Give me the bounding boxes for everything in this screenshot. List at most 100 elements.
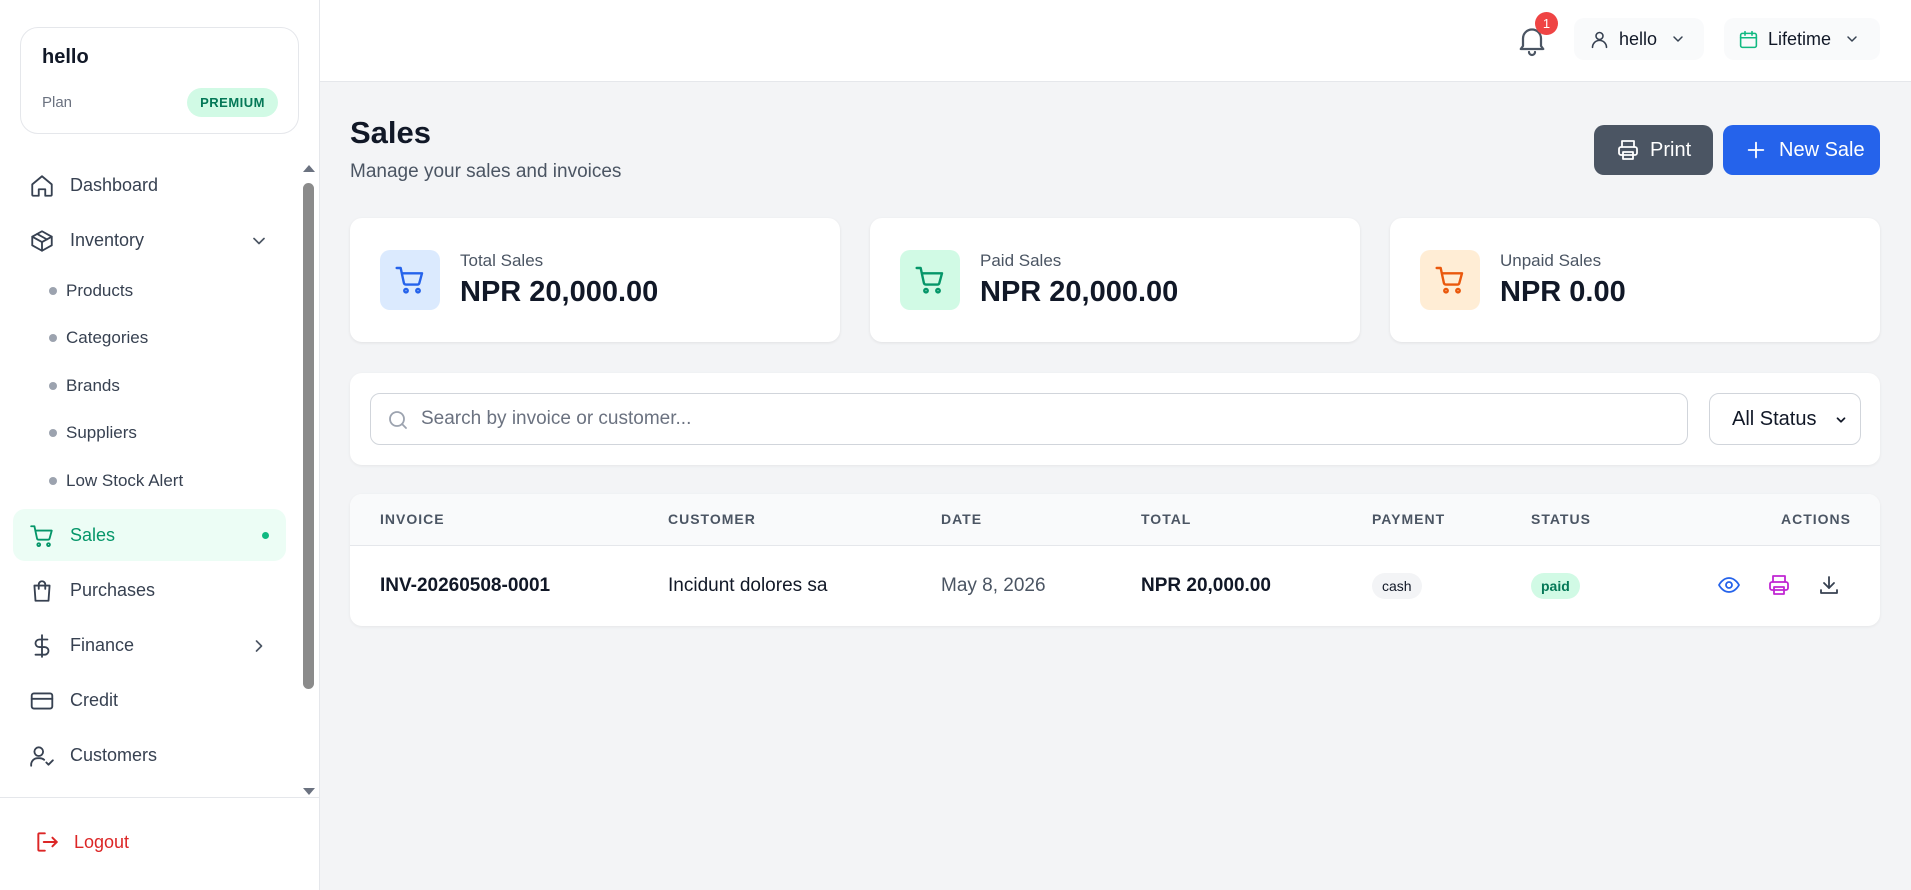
sidebar-subitem-label: Products [66, 281, 134, 300]
bullet-dot [49, 477, 57, 485]
account-name: hello [42, 46, 89, 68]
cell-date: May 8, 2026 [941, 575, 1046, 596]
sidebar-item-label: Credit [70, 689, 119, 710]
plan-badge: PREMIUM [187, 88, 278, 117]
sidebar-subitem-brands[interactable]: Brands [49, 371, 120, 401]
sidebar-item-label: Dashboard [70, 174, 159, 195]
credit-card-icon [29, 688, 55, 714]
column-header-customer: CUSTOMER [668, 511, 756, 527]
table-row: INV-20260508-0001 Incidunt dolores sa Ma… [350, 546, 1880, 626]
sidebar-scrollbar[interactable] [302, 165, 316, 795]
printer-icon[interactable] [1767, 573, 1791, 597]
sidebar-subitem-low-stock[interactable]: Low Stock Alert [49, 466, 183, 496]
plan-label: Plan [42, 94, 73, 111]
period-selector[interactable]: Lifetime [1724, 18, 1880, 60]
sidebar-subitem-label: Low Stock Alert [66, 471, 184, 490]
bullet-dot [49, 429, 57, 437]
box-icon [29, 228, 55, 254]
chevron-down-icon [1670, 31, 1686, 47]
cart-icon [900, 250, 960, 310]
sidebar-item-label: Finance [70, 634, 135, 655]
bullet-dot [49, 382, 57, 390]
sidebar: hello Plan PREMIUM Dashboard Inventory P… [0, 0, 320, 890]
bullet-dot [49, 287, 57, 295]
active-indicator [262, 532, 269, 539]
cell-invoice: INV-20260508-0001 [380, 575, 551, 596]
sidebar-item-label: Inventory [70, 229, 145, 250]
stat-card-paid-sales: Paid Sales NPR 20,000.00 [870, 218, 1360, 342]
status-filter-value: All Status [1732, 407, 1817, 430]
sidebar-item-credit[interactable]: Credit [13, 674, 286, 726]
eye-icon[interactable] [1717, 573, 1741, 597]
sidebar-nav: Dashboard Inventory Products Categories … [0, 155, 300, 795]
print-button[interactable]: Print [1594, 125, 1713, 175]
cart-icon [29, 523, 55, 549]
stat-label: Total Sales [460, 251, 544, 270]
sidebar-item-label: Purchases [70, 579, 156, 600]
user-menu-button[interactable]: hello [1574, 18, 1704, 60]
stat-value: NPR 20,000.00 [460, 276, 659, 308]
search-icon [386, 408, 410, 432]
scroll-up-arrow[interactable] [303, 165, 315, 172]
logout-button[interactable]: Logout [20, 822, 129, 862]
user-name: hello [1619, 28, 1658, 49]
logout-label: Logout [74, 831, 130, 852]
user-icon [1589, 29, 1610, 50]
page-title: Sales [350, 115, 432, 150]
sidebar-item-inventory[interactable]: Inventory [13, 214, 286, 266]
scroll-down-arrow[interactable] [303, 788, 315, 795]
sidebar-item-finance[interactable]: Finance [13, 619, 286, 671]
stat-card-total-sales: Total Sales NPR 20,000.00 [350, 218, 840, 342]
bullet-dot [49, 334, 57, 342]
plus-icon [1745, 139, 1767, 161]
sidebar-subitem-categories[interactable]: Categories [49, 323, 148, 353]
cart-icon [380, 250, 440, 310]
chevron-down-icon [1834, 413, 1848, 427]
printer-icon [1616, 138, 1640, 162]
filter-panel: All Status [350, 373, 1880, 465]
search-input[interactable] [421, 394, 1671, 444]
chevron-right-icon [249, 636, 269, 656]
sidebar-subitem-products[interactable]: Products [49, 276, 133, 306]
sidebar-subitem-label: Categories [66, 328, 149, 347]
payment-badge: cash [1372, 573, 1422, 599]
sidebar-item-label: Customers [70, 744, 158, 765]
stat-label: Unpaid Sales [1500, 251, 1602, 270]
stat-card-unpaid-sales: Unpaid Sales NPR 0.00 [1390, 218, 1880, 342]
plan-card: hello Plan PREMIUM [20, 27, 299, 134]
sidebar-item-sales[interactable]: Sales [13, 509, 286, 561]
sales-table: INVOICE CUSTOMER DATE TOTAL PAYMENT STAT… [350, 494, 1880, 626]
logout-icon [34, 829, 60, 855]
column-header-invoice: INVOICE [380, 511, 445, 527]
scroll-thumb[interactable] [303, 183, 314, 689]
column-header-date: DATE [941, 511, 983, 527]
period-label: Lifetime [1768, 28, 1832, 49]
new-sale-button-label: New Sale [1779, 138, 1865, 161]
page-subtitle: Manage your sales and invoices [350, 161, 622, 182]
stat-value: NPR 20,000.00 [980, 276, 1179, 308]
column-header-status: STATUS [1531, 511, 1591, 527]
column-header-payment: PAYMENT [1372, 511, 1446, 527]
sidebar-item-label: Sales [70, 524, 116, 545]
status-filter-select[interactable]: All Status [1709, 393, 1861, 445]
search-box [370, 393, 1688, 445]
sidebar-item-purchases[interactable]: Purchases [13, 564, 286, 616]
sidebar-item-customers[interactable]: Customers [13, 729, 286, 781]
column-header-actions: ACTIONS [1781, 511, 1851, 527]
sidebar-item-dashboard[interactable]: Dashboard [13, 159, 286, 211]
sidebar-subitem-suppliers[interactable]: Suppliers [49, 418, 137, 448]
new-sale-button[interactable]: New Sale [1723, 125, 1880, 175]
chevron-down-icon [249, 231, 269, 251]
dollar-icon [29, 633, 55, 659]
print-button-label: Print [1650, 138, 1692, 161]
sidebar-subitem-label: Brands [66, 376, 120, 395]
status-badge: paid [1531, 573, 1580, 599]
cell-customer: Incidunt dolores sa [668, 575, 828, 596]
download-icon[interactable] [1817, 573, 1841, 597]
cart-icon [1420, 250, 1480, 310]
logout-area: Logout [0, 797, 320, 890]
column-header-total: TOTAL [1141, 511, 1192, 527]
cell-total: NPR 20,000.00 [1141, 575, 1271, 596]
home-icon [29, 173, 55, 199]
top-bar: 1 hello Lifetime [320, 0, 1911, 82]
